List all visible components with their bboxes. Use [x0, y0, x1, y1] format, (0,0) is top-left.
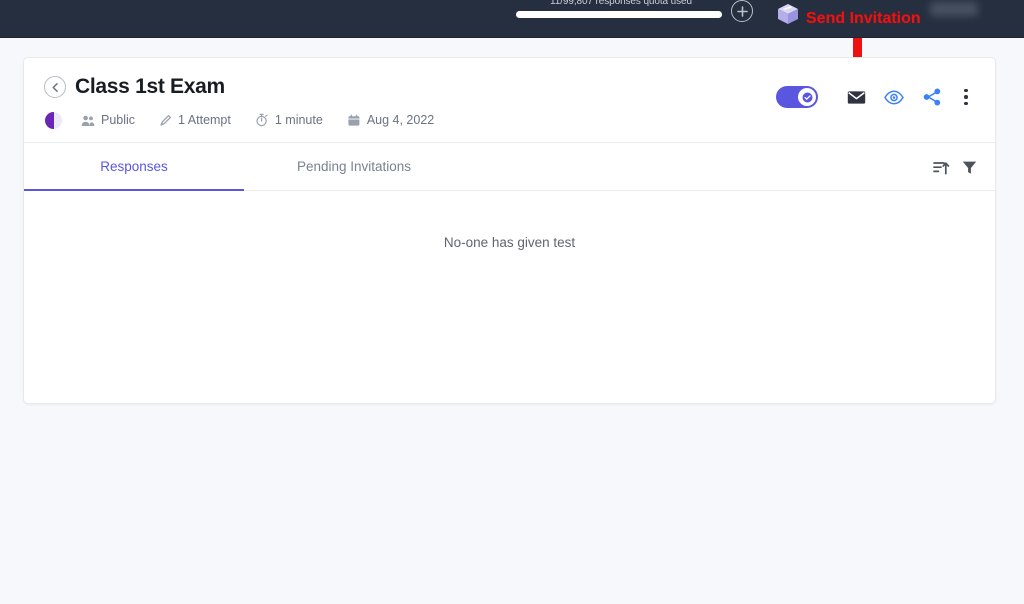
email-invite-icon[interactable]	[841, 84, 871, 110]
dot	[964, 101, 968, 106]
page-title: Class 1st Exam	[75, 75, 225, 98]
quota-label: 11/99,807 responses quota used	[550, 0, 692, 7]
meta-duration-label: 1 minute	[274, 113, 323, 127]
dot	[964, 88, 968, 93]
quota-progress-fill	[516, 11, 722, 18]
top-navigation-bar: 11/99,807 responses quota used	[0, 0, 1024, 38]
tab-pending-invitations-label: Pending Invitations	[296, 159, 412, 174]
half-filled-circle-icon	[45, 111, 62, 129]
tab-pending-invitations[interactable]: Pending Invitations	[244, 143, 464, 190]
meta-visibility: Public	[81, 113, 135, 127]
tab-responses[interactable]: Responses	[24, 143, 244, 191]
tab-responses-label: Responses	[100, 159, 168, 174]
form-detail-card: Class 1st Exam Public 1 Attempt 1 minute…	[23, 57, 996, 404]
form-header: Class 1st Exam Public 1 Attempt 1 minute…	[24, 58, 995, 143]
dot	[964, 95, 968, 99]
list-tools	[933, 143, 977, 191]
quota-progress-track	[516, 11, 722, 18]
blurred-user-chip	[930, 2, 978, 16]
meta-visibility-label: Public	[101, 113, 136, 127]
meta-date-label: Aug 4, 2022	[366, 113, 435, 127]
sort-ascending-icon[interactable]	[933, 160, 950, 175]
quota-indicator: 11/99,807 responses quota used	[516, 0, 726, 18]
stopwatch-icon	[255, 113, 269, 127]
cube-icon[interactable]	[774, 0, 802, 28]
form-meta-row: Public 1 Attempt 1 minute Aug 4, 2022	[44, 106, 975, 134]
pencil-icon	[159, 114, 172, 127]
meta-duration: 1 minute	[255, 113, 323, 127]
responses-empty-state: No-one has given test	[24, 191, 995, 403]
toggle-check-icon	[798, 88, 816, 106]
tab-bar: Responses Pending Invitations	[24, 143, 995, 191]
calendar-icon	[347, 114, 361, 127]
empty-state-message: No-one has given test	[443, 235, 576, 250]
plus-circle-icon[interactable]	[731, 0, 753, 22]
meta-attempts: 1 Attempt	[159, 113, 231, 127]
chevron-left-circle-icon[interactable]	[44, 76, 66, 98]
meta-attempts-label: 1 Attempt	[178, 113, 231, 127]
eye-icon[interactable]	[879, 84, 909, 110]
filter-funnel-icon[interactable]	[962, 160, 977, 175]
meta-date: Aug 4, 2022	[347, 113, 434, 127]
people-icon	[81, 114, 95, 127]
more-vertical-icon[interactable]	[955, 84, 977, 110]
form-actions	[776, 84, 977, 110]
share-icon[interactable]	[917, 84, 947, 110]
publish-toggle[interactable]	[776, 86, 818, 108]
